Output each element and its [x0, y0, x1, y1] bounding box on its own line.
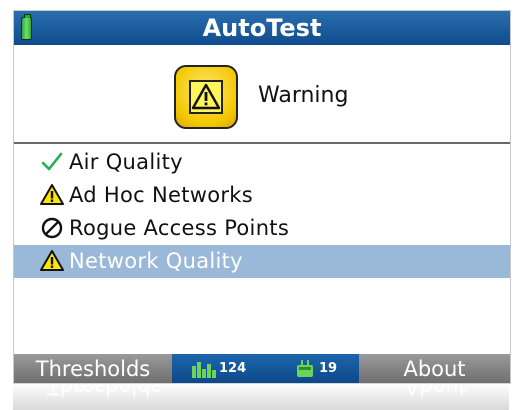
- thresholds-button[interactable]: Thresholds: [14, 354, 172, 383]
- overall-status: Warning: [14, 45, 510, 141]
- list-item-rogue-access-points[interactable]: Rogue Access Points: [14, 212, 510, 245]
- screen-reflection: Thresholds About: [13, 383, 509, 410]
- about-button[interactable]: About: [359, 354, 510, 383]
- status-text: Warning: [258, 83, 349, 108]
- status-warning-badge: [174, 65, 238, 129]
- list-item-label: Rogue Access Points: [69, 216, 290, 240]
- warning-icon: [40, 249, 64, 273]
- warning-icon: [189, 80, 223, 114]
- reflection-left-text: Thresholds: [47, 383, 162, 399]
- device-icon: [297, 360, 313, 377]
- divider: [14, 142, 510, 144]
- list-item-network-quality[interactable]: Network Quality: [14, 245, 510, 278]
- list-item-label: Ad Hoc Networks: [69, 183, 253, 207]
- list-item-air-quality[interactable]: Air Quality: [14, 146, 510, 179]
- status-indicators: 124 19: [172, 354, 359, 383]
- device-count: 19: [319, 361, 338, 376]
- reflection-right-text: About: [405, 383, 468, 399]
- title-bar: AutoTest: [14, 11, 510, 45]
- warning-icon: [40, 183, 64, 207]
- signal-bars-icon: [192, 362, 216, 378]
- list-item-label: Network Quality: [69, 249, 243, 273]
- bottom-softkey-bar: Thresholds 124 19 About: [14, 354, 510, 383]
- test-results-list: Air Quality Ad Hoc Networks Rogue Access…: [14, 146, 510, 278]
- window-title: AutoTest: [202, 14, 322, 42]
- prohibited-icon: [40, 216, 64, 240]
- list-item-ad-hoc-networks[interactable]: Ad Hoc Networks: [14, 179, 510, 212]
- checkmark-icon: [40, 150, 64, 174]
- list-item-label: Air Quality: [69, 150, 183, 174]
- autotest-screen: AutoTest Warning Air Quality Ad Hoc Netw…: [13, 10, 511, 384]
- signal-count: 124: [219, 361, 247, 376]
